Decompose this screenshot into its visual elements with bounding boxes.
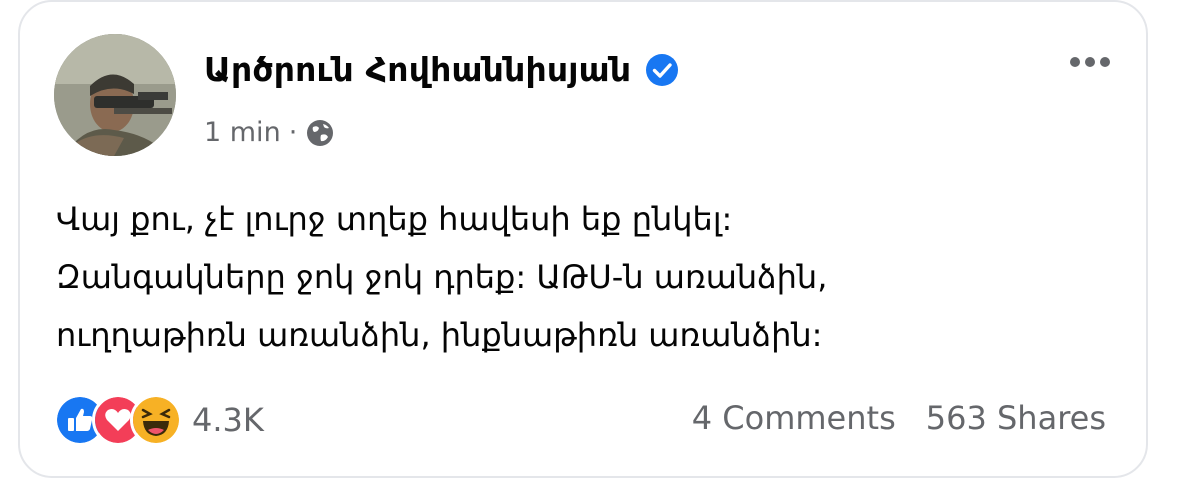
post-timestamp[interactable]: 1 min xyxy=(204,117,281,148)
author-header: Արծրուն Հովհաննիսյան xyxy=(204,50,679,89)
author-name[interactable]: Արծրուն Հովհաննիսյան xyxy=(204,50,631,89)
comments-count[interactable]: 4 Comments xyxy=(692,399,896,437)
reactions-summary[interactable]: 4.3K xyxy=(54,394,264,446)
shares-count[interactable]: 563 Shares xyxy=(926,399,1106,437)
more-options-icon[interactable] xyxy=(1070,57,1110,67)
engagement-stats: 4 Comments 563 Shares xyxy=(692,399,1106,437)
post-text-line: Վայ քու, չէ լուրջ տղեք հավեսի եք ընկել: xyxy=(56,200,733,238)
meta-separator: · xyxy=(288,117,298,148)
more-dot xyxy=(1100,57,1110,67)
haha-icon xyxy=(130,394,182,446)
globe-icon[interactable] xyxy=(305,118,335,148)
more-dot xyxy=(1085,57,1095,67)
more-dot xyxy=(1070,57,1080,67)
reaction-count: 4.3K xyxy=(192,401,264,439)
post-text: Վայ քու, չէ լուրջ տղեք հավեսի եք ընկել: … xyxy=(56,190,1136,364)
verified-badge-icon xyxy=(646,53,679,86)
post-card: Արծրուն Հովհաննիսյան 1 min · Վայ քու, չէ… xyxy=(18,0,1148,478)
post-meta: 1 min · xyxy=(204,117,335,148)
avatar-image xyxy=(54,34,176,156)
post-text-line: Զանգակները ջոկ ջոկ դրեք: ԱԹՍ-ն առանձին, xyxy=(56,258,828,296)
post-text-line: ուղղաթիռն առանձին, ինքնաթիռն առանձին: xyxy=(56,316,823,354)
avatar[interactable] xyxy=(54,34,176,156)
